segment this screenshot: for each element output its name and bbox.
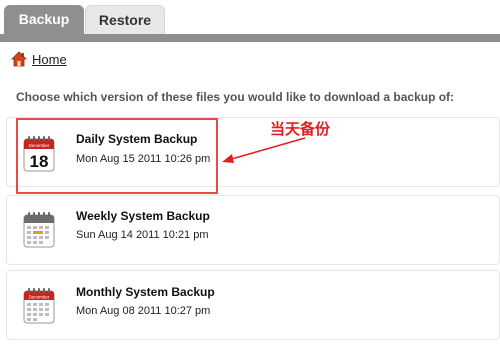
backup-title[interactable]: Weekly System Backup [76, 209, 210, 223]
backup-date: Mon Aug 08 2011 10:27 pm [76, 305, 211, 317]
backup-date: Sun Aug 14 2011 10:21 pm [76, 229, 209, 241]
calendar-week-icon [23, 212, 55, 248]
home-link[interactable]: Home [32, 52, 67, 67]
backup-item-monthly[interactable]: December Monthly System Backup Mon Aug 0… [6, 270, 500, 340]
tab-restore[interactable]: Restore [85, 5, 165, 35]
tab-bar: Backup Restore [0, 0, 500, 42]
instruction-text: Choose which version of these files you … [16, 90, 455, 104]
calendar-month-icon: December [23, 288, 55, 324]
tab-backup[interactable]: Backup [4, 5, 84, 35]
tab-bar-underline [0, 34, 500, 42]
highlight-box [16, 118, 218, 194]
annotation-label: 当天备份 [270, 120, 331, 138]
backup-title[interactable]: Monthly System Backup [76, 285, 215, 299]
calendar-month-label: December [29, 295, 50, 300]
breadcrumb: Home [11, 50, 67, 68]
backup-item-weekly[interactable]: Weekly System Backup Sun Aug 14 2011 10:… [6, 195, 500, 265]
home-icon [11, 51, 27, 67]
